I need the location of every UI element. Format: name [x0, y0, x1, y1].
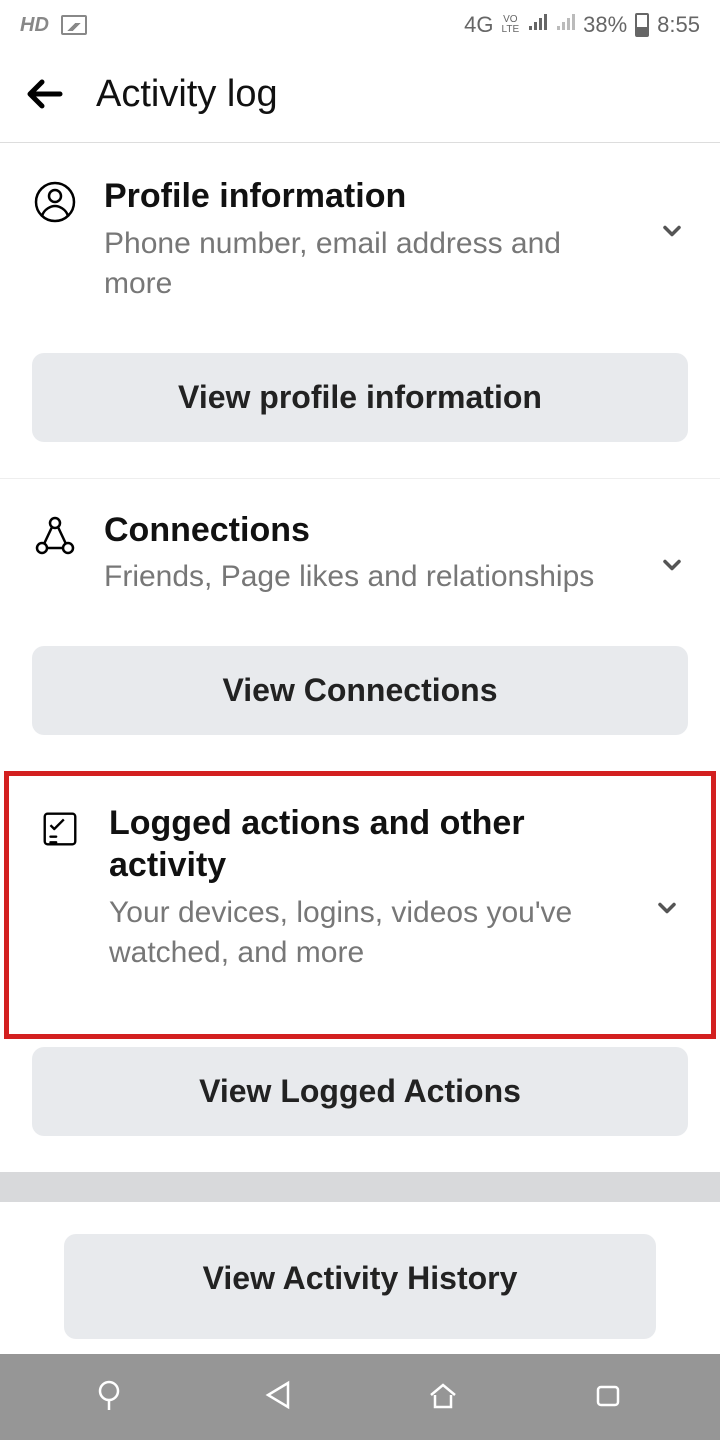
section-connections-row[interactable]: Connections Friends, Page likes and rela…	[32, 509, 688, 598]
chevron-down-icon	[656, 549, 688, 581]
section-logged-row[interactable]: Logged actions and other activity Your d…	[37, 802, 683, 974]
chevron-down-icon	[656, 215, 688, 247]
view-activity-history-button[interactable]: View Activity History	[64, 1234, 656, 1339]
signal-icon-2	[555, 12, 575, 38]
section-logged-highlight: Logged actions and other activity Your d…	[4, 771, 716, 1039]
logged-actions-icon	[37, 806, 83, 852]
view-logged-actions-button[interactable]: View Logged Actions	[32, 1047, 688, 1136]
clock: 8:55	[657, 12, 700, 38]
divider-strip	[0, 1172, 720, 1202]
profile-icon	[32, 179, 78, 225]
view-connections-button[interactable]: View Connections	[32, 646, 688, 735]
logged-title: Logged actions and other activity	[109, 802, 625, 887]
system-nav-bar	[0, 1354, 720, 1440]
view-profile-button[interactable]: View profile information	[32, 353, 688, 442]
section-profile: Profile information Phone number, email …	[0, 143, 720, 442]
chevron-down-icon	[651, 892, 683, 924]
signal-icon-1	[527, 12, 547, 38]
nav-recent-icon[interactable]	[588, 1375, 628, 1420]
nav-home-icon[interactable]	[423, 1375, 463, 1420]
app-header: Activity log	[0, 50, 720, 143]
network-type: 4G	[464, 12, 493, 38]
page-title: Activity log	[96, 73, 278, 116]
section-connections: Connections Friends, Page likes and rela…	[0, 478, 720, 735]
back-button[interactable]	[24, 72, 68, 116]
nav-back-icon[interactable]	[258, 1375, 298, 1420]
connections-subtitle: Friends, Page likes and relationships	[104, 557, 630, 598]
connections-icon	[32, 513, 78, 559]
hd-indicator: HD	[20, 14, 49, 37]
profile-title: Profile information	[104, 175, 630, 218]
logged-subtitle: Your devices, logins, videos you've watc…	[109, 893, 625, 974]
volte-icon: VOLTE	[502, 15, 520, 35]
battery-icon	[635, 13, 649, 37]
profile-subtitle: Phone number, email address and more	[104, 224, 630, 305]
nav-search-icon[interactable]	[93, 1375, 133, 1420]
battery-percent: 38%	[583, 12, 627, 38]
status-bar: HD 4G VOLTE 38% 8:55	[0, 0, 720, 50]
connections-title: Connections	[104, 509, 630, 552]
section-profile-row[interactable]: Profile information Phone number, email …	[32, 175, 688, 305]
screenshot-icon	[61, 15, 87, 35]
